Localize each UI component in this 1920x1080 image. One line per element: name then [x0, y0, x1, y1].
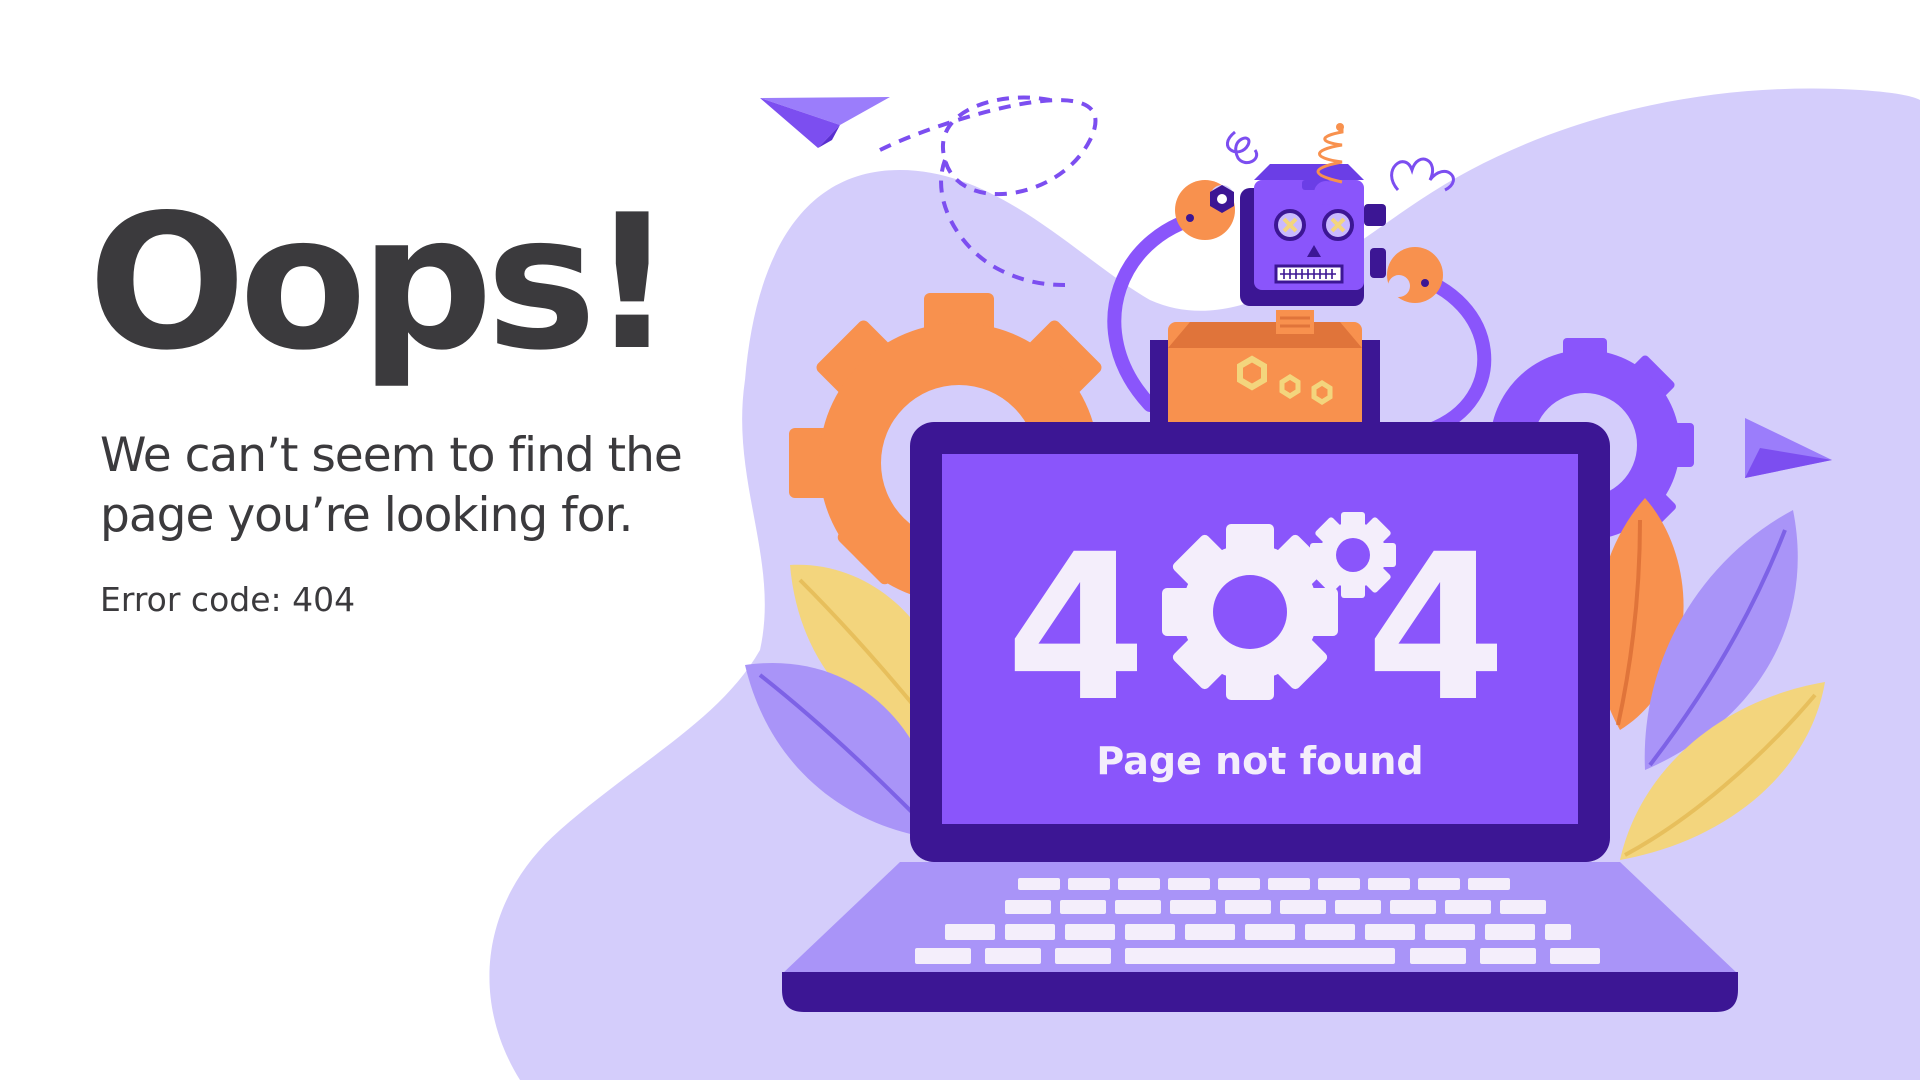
error-404-page: 4 4 Page not found Oops! We can’t seem t…: [0, 0, 1920, 1080]
error-message: We can’t seem to find the page you’re lo…: [100, 428, 683, 543]
error-digit-left: 4: [1006, 510, 1147, 746]
paper-plane-icon: [760, 97, 890, 148]
error-code-label: Error code: 404: [100, 580, 356, 619]
laptop-icon: [782, 422, 1738, 1012]
screen-content: 4 4 Page not found: [1006, 510, 1507, 783]
page-title: Oops!: [88, 174, 675, 391]
screen-caption: Page not found: [1096, 739, 1423, 783]
gear-icon: [1310, 512, 1396, 598]
